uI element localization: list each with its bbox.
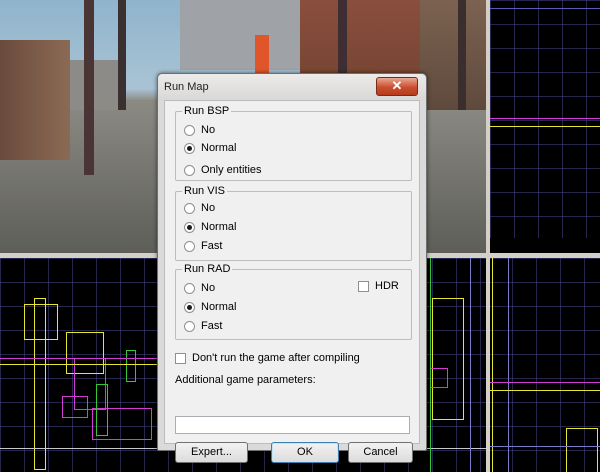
run-vis-title: Run VIS <box>182 185 227 197</box>
option-label: Normal <box>201 142 237 154</box>
close-icon: ✕ <box>391 78 403 93</box>
brush-edge <box>490 8 600 9</box>
brush-edge <box>430 258 431 472</box>
brush-edge <box>508 258 509 472</box>
bsp-option-no[interactable]: No <box>184 123 215 137</box>
dont-run-game-label: Don't run the game after compiling <box>192 352 360 364</box>
radio-button-selected[interactable] <box>184 142 195 154</box>
option-label: Fast <box>201 320 223 332</box>
option-label: Normal <box>201 221 237 233</box>
dont-run-game-row[interactable]: Don't run the game after compiling <box>175 351 360 365</box>
far-right-wall <box>420 0 486 110</box>
dialog-content: Run BSP No Normal Only entities Run VIS … <box>164 100 420 463</box>
pole-4 <box>458 0 466 110</box>
option-label: No <box>201 124 216 136</box>
brush <box>566 428 598 472</box>
hdr-checkbox-row[interactable]: HDR <box>358 279 399 293</box>
radio-button[interactable] <box>184 164 195 176</box>
expert-button[interactable]: Expert... <box>175 442 248 463</box>
hdr-checkbox[interactable] <box>358 280 369 292</box>
pole-2 <box>118 0 126 110</box>
brush <box>430 368 448 388</box>
brush <box>432 298 464 420</box>
brush-edge <box>0 364 160 365</box>
left-brick-wall <box>0 40 70 160</box>
brush-edge <box>492 258 493 472</box>
dialog-titlebar[interactable]: Run Map ✕ <box>158 74 426 100</box>
vis-option-fast[interactable]: Fast <box>184 239 222 253</box>
radio-button[interactable] <box>184 282 195 294</box>
brush-edge <box>470 258 471 472</box>
radio-button[interactable] <box>184 240 195 252</box>
additional-params-label: Additional game parameters: <box>175 374 316 386</box>
hdr-label: HDR <box>375 280 399 292</box>
dont-run-game-checkbox[interactable] <box>175 352 186 364</box>
left-low-wall <box>70 60 120 110</box>
brush-edge <box>0 358 160 359</box>
brush-edge <box>488 390 600 391</box>
run-map-dialog: Run Map ✕ Run BSP No Normal Only entitie… <box>157 73 427 463</box>
brush-edge <box>490 118 600 119</box>
brush-edge <box>488 382 600 383</box>
radio-button[interactable] <box>184 320 195 332</box>
option-label: Normal <box>201 301 237 313</box>
viewport-grid <box>490 0 600 238</box>
bsp-option-normal[interactable]: Normal <box>184 141 236 155</box>
rad-option-no[interactable]: No <box>184 281 215 295</box>
brush-edge <box>488 446 600 447</box>
radio-button[interactable] <box>184 202 195 214</box>
run-bsp-group: Run BSP No Normal Only entities <box>175 105 412 181</box>
brush-edge <box>490 126 600 127</box>
pole-1 <box>84 0 94 175</box>
bsp-option-only-entities[interactable]: Only entities <box>184 163 262 177</box>
close-button[interactable]: ✕ <box>376 77 418 96</box>
rad-option-normal[interactable]: Normal <box>184 300 236 314</box>
additional-params-input[interactable] <box>175 416 410 434</box>
brush <box>126 350 136 382</box>
radio-button[interactable] <box>184 124 195 136</box>
brush <box>62 396 88 418</box>
side-viewport-2d[interactable] <box>488 258 600 472</box>
orange-container <box>255 35 269 73</box>
brush <box>34 298 46 470</box>
run-rad-title: Run RAD <box>182 263 233 275</box>
run-vis-group: Run VIS No Normal Fast <box>175 185 412 261</box>
radio-button-selected[interactable] <box>184 301 195 313</box>
ok-button[interactable]: OK <box>271 442 339 463</box>
brush <box>96 384 108 436</box>
rad-option-fast[interactable]: Fast <box>184 319 222 333</box>
top-viewport-2d[interactable] <box>490 0 600 238</box>
right-building <box>180 0 300 70</box>
viewport-splitter-vertical[interactable] <box>486 0 490 472</box>
run-rad-group: Run RAD No Normal Fast HDR <box>175 263 412 340</box>
option-label: Only entities <box>201 164 262 176</box>
dialog-title: Run Map <box>164 81 209 93</box>
vis-option-normal[interactable]: Normal <box>184 220 236 234</box>
vis-option-no[interactable]: No <box>184 201 215 215</box>
cancel-button[interactable]: Cancel <box>348 442 413 463</box>
option-label: No <box>201 202 216 214</box>
run-bsp-title: Run BSP <box>182 105 232 117</box>
params-label-row: Additional game parameters: <box>175 373 316 387</box>
option-label: Fast <box>201 240 223 252</box>
option-label: No <box>201 282 216 294</box>
radio-button-selected[interactable] <box>184 221 195 233</box>
